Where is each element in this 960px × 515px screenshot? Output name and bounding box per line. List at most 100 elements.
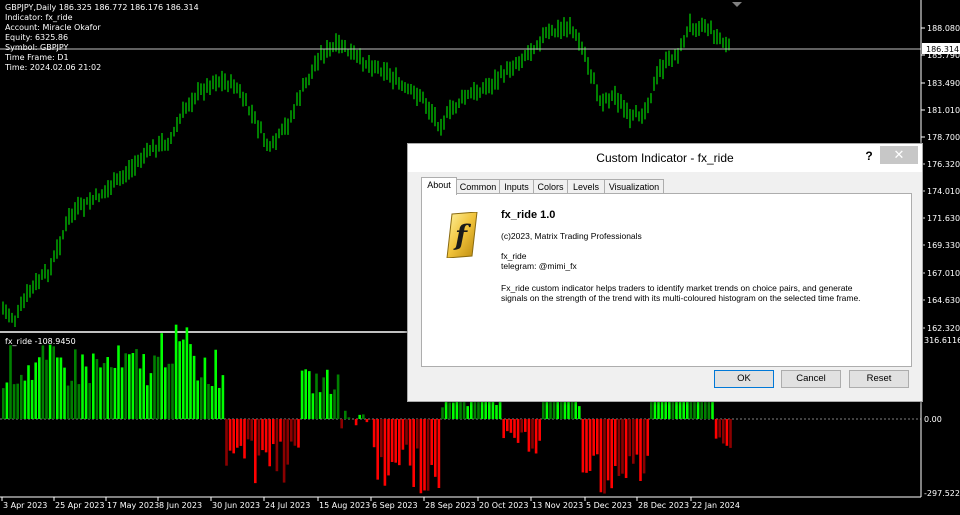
histogram-bar [20, 374, 23, 419]
sub-tick-label: -297.5229 [924, 489, 960, 498]
histogram-bar [642, 419, 646, 474]
histogram-bar [12, 384, 16, 419]
date-tick-label: 3 Apr 2023 [3, 501, 47, 510]
histogram-bar [516, 419, 520, 443]
about-panel: f fx_ride 1.0 (c)2023, Matrix Trading Pr… [421, 193, 912, 367]
equity-line: Equity: 6325.86 [5, 33, 69, 42]
histogram-bar [506, 419, 509, 432]
histogram-bar [221, 375, 225, 419]
dialog-title: Custom Indicator - fx_ride [596, 151, 734, 165]
histogram-bar [394, 419, 397, 463]
close-button[interactable]: ✕ [880, 146, 918, 164]
histogram-bar [5, 382, 9, 419]
help-button[interactable]: ? [859, 147, 879, 165]
histogram-bar [358, 414, 361, 419]
sub-tick-label: 0.00 [924, 415, 942, 424]
histogram-bar [495, 404, 498, 419]
about-line1: fx_ride [501, 251, 527, 261]
histogram-bar [41, 345, 45, 419]
histogram-bar [254, 419, 257, 484]
histogram-bar [714, 419, 718, 439]
tab-common[interactable]: Common [456, 179, 500, 194]
date-axis: 3 Apr 2023 25 Apr 2023 17 May 2023 8 Jun 20… [1, 497, 740, 510]
tab-levels[interactable]: Levels [567, 179, 605, 194]
date-tick-label: 30 Jun 2023 [212, 501, 260, 510]
histogram-bar [70, 380, 73, 419]
histogram-bar [102, 363, 106, 419]
histogram-bar [725, 419, 729, 446]
histogram-bar [92, 353, 95, 419]
histogram-bar [416, 419, 419, 449]
dialog-titlebar[interactable]: Custom Indicator - fx_ride ? ✕ [408, 144, 922, 172]
chart-info: GBPJPY,Daily 186.325 186.772 186.176 186… [5, 3, 199, 73]
histogram-bar [16, 383, 19, 419]
histogram-bar [236, 419, 239, 448]
histogram-bar [228, 419, 232, 451]
histogram-bar [480, 400, 484, 419]
histogram-bar [538, 419, 541, 441]
tab-about[interactable]: About [421, 177, 457, 195]
tab-colors[interactable]: Colors [533, 179, 568, 194]
price-tick-label: 183.490 [927, 79, 960, 88]
histogram-bar [77, 384, 81, 419]
histogram-bar [189, 344, 192, 419]
custom-indicator-dialog[interactable]: Custom Indicator - fx_ride ? ✕ About Com… [407, 143, 923, 402]
ok-button[interactable]: OK [714, 370, 774, 388]
histogram-bar [596, 419, 599, 455]
date-tick-label: 8 Jun 2023 [159, 501, 202, 510]
date-tick-label: 15 Aug 2023 [319, 501, 370, 510]
price-tick-label: 167.010 [927, 269, 960, 278]
symbol-name-line: Symbol: GBPJPY [5, 43, 69, 52]
date-tick-label: 17 May 2023 [107, 501, 159, 510]
cancel-button[interactable]: Cancel [781, 370, 841, 388]
tab-inputs[interactable]: Inputs [499, 179, 534, 194]
tab-visualization[interactable]: Visualization [604, 179, 664, 194]
histogram-bar [606, 419, 610, 481]
histogram-bar [138, 368, 142, 419]
histogram-bar [437, 419, 441, 489]
histogram-bar [81, 354, 84, 419]
histogram-bar [599, 419, 603, 493]
histogram-bar [88, 383, 91, 419]
histogram-bar [401, 419, 405, 450]
histogram-bar [63, 367, 66, 419]
histogram-bar [160, 333, 163, 419]
reset-button[interactable]: Reset [849, 370, 909, 388]
histogram-bar [585, 419, 588, 473]
histogram-bar [405, 419, 408, 445]
histogram-bar [286, 419, 289, 465]
histogram-bar [322, 377, 325, 419]
histogram-bar [214, 349, 217, 419]
histogram-bar [164, 367, 167, 419]
price-tick-label: 162.320 [927, 324, 960, 333]
histogram-bar [398, 419, 401, 466]
price-tick-label: 171.630 [927, 214, 960, 223]
histogram-bar [408, 419, 412, 466]
histogram-bar [315, 373, 318, 419]
timeframe-line: Time Frame: D1 [5, 53, 69, 62]
histogram-bar [390, 419, 394, 462]
histogram-bar [282, 419, 286, 483]
price-axis: 188.080185.790183.490181.010178.700176.3… [921, 24, 960, 333]
histogram-bar [59, 357, 63, 419]
histogram-bar [376, 419, 379, 480]
price-tick-label: 174.010 [927, 187, 960, 196]
histogram-bar [131, 353, 135, 419]
histogram-bar [38, 357, 41, 419]
histogram-bar [74, 349, 77, 419]
histogram-bar [729, 419, 732, 448]
histogram-bar [524, 419, 527, 432]
price-tick-label: 188.080 [927, 24, 960, 33]
histogram-bar [308, 371, 311, 419]
histogram-bar [95, 359, 99, 419]
histogram-bar [182, 339, 185, 419]
copyright-text: (c)2023, Matrix Trading Professionals [501, 231, 642, 241]
histogram-bar [545, 402, 549, 419]
histogram-bar [56, 357, 59, 419]
histogram-bar [448, 402, 451, 419]
histogram-bar [311, 393, 315, 419]
date-tick-label: 28 Dec 2023 [638, 501, 689, 510]
histogram-bar [419, 419, 423, 494]
histogram-bar [509, 419, 513, 433]
histogram-bar [718, 419, 721, 438]
